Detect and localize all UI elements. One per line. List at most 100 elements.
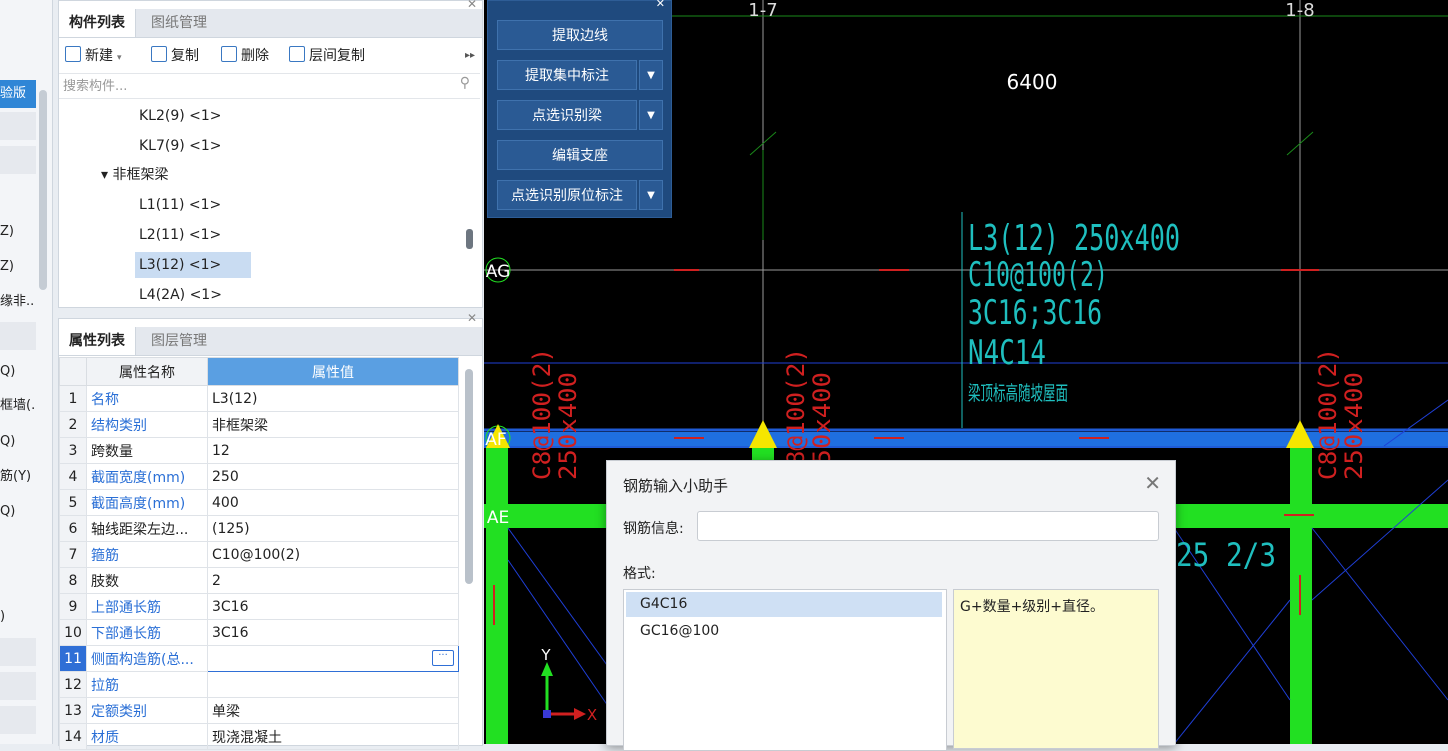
component-tree-item[interactable]: L2(11) <1> [139, 222, 221, 248]
attribute-value[interactable]: 现浇混凝土 [207, 723, 459, 750]
component-tree-item[interactable]: L4(2A) <1> [139, 282, 222, 308]
attribute-value[interactable] [207, 671, 459, 698]
tab-layer-management[interactable]: 图层管理 [141, 327, 217, 355]
attribute-value-text: 3C16 [212, 624, 249, 641]
diag-line [1311, 527, 1448, 701]
floor-copy-button[interactable]: 层间复制 [289, 43, 365, 69]
green-beam-col-left[interactable] [486, 446, 508, 744]
component-list-panel: ✕ 构件列表 图纸管理 新建▾ 复制 删除 层间复制 ▸▸ ⚲ KL2(9) <… [58, 0, 483, 308]
attribute-value[interactable]: 3C16 [207, 593, 459, 620]
attribute-row[interactable]: 4 截面宽度(mm) 250 [59, 463, 459, 490]
attribute-name: 定额类别 [86, 697, 208, 724]
attribute-value[interactable]: L3(12) [207, 385, 459, 412]
attribute-value[interactable]: 非框架梁 [207, 411, 459, 438]
copy-button[interactable]: 复制 [151, 43, 199, 69]
left-strip-item[interactable] [0, 706, 36, 734]
attribute-value-text: 3C16 [212, 598, 249, 615]
attribute-value[interactable]: 单梁 [207, 697, 459, 724]
left-strip-item[interactable]: Z) [0, 253, 36, 281]
attribute-name: 跨数量 [86, 437, 208, 464]
attribute-scrollbar[interactable] [465, 369, 473, 584]
component-tree-item[interactable]: L3(12) <1> [135, 252, 251, 278]
command-button[interactable]: 编辑支座 [497, 140, 663, 170]
attribute-value-text: 2 [212, 572, 221, 589]
tab-attribute-list[interactable]: 属性列表 [59, 327, 136, 355]
command-button[interactable]: 点选识别原位标注 [497, 180, 637, 210]
left-strip-item[interactable]: Q) [0, 498, 36, 526]
chevron-down-icon[interactable]: ▼ [639, 180, 663, 210]
chevron-down-icon[interactable]: ▾ [117, 53, 122, 63]
component-tree-item[interactable]: KL7(9) <1> [139, 133, 222, 159]
left-strip-item[interactable]: 框墙(. [0, 392, 36, 420]
attribute-row[interactable]: 1 名称 L3(12) [59, 385, 459, 412]
attribute-value[interactable]: 2 [207, 567, 459, 594]
command-button[interactable]: 点选识别梁 [497, 100, 637, 130]
diag-line [1311, 479, 1448, 601]
chevron-down-icon[interactable]: ▼ [639, 100, 663, 130]
attribute-row-number: 13 [59, 697, 87, 724]
close-icon[interactable]: ✕ [467, 311, 477, 325]
attribute-value[interactable]: 12 [207, 437, 459, 464]
left-strip-item[interactable]: 筋(Y) [0, 463, 36, 491]
rebar-info-input[interactable] [697, 511, 1159, 541]
attribute-row[interactable]: 8 肢数 2 [59, 567, 459, 594]
close-icon[interactable]: ✕ [1144, 471, 1161, 495]
attribute-value[interactable]: ··· [207, 645, 459, 672]
attribute-row[interactable]: 12 拉筋 [59, 671, 459, 698]
command-button[interactable]: 提取边线 [497, 20, 663, 50]
attribute-value[interactable]: 250 [207, 463, 459, 490]
left-strip-item[interactable] [0, 146, 36, 174]
attribute-row[interactable]: 11 侧面构造筋(总... ··· [59, 645, 459, 672]
axis-label-af: AF [485, 430, 506, 450]
left-strip-item[interactable]: 缘非.. [0, 288, 36, 316]
ellipsis-button[interactable]: ··· [432, 650, 454, 666]
left-strip-item[interactable]: ) [0, 603, 36, 631]
component-search-input[interactable] [59, 74, 445, 98]
attribute-value[interactable]: C10@100(2) [207, 541, 459, 568]
attribute-value[interactable]: 3C16 [207, 619, 459, 646]
component-tree-item[interactable]: KL2(9) <1> [139, 103, 222, 129]
component-panel-tabs: 构件列表 图纸管理 [59, 9, 482, 38]
search-icon[interactable]: ⚲ [460, 75, 470, 91]
attribute-row[interactable]: 3 跨数量 12 [59, 437, 459, 464]
format-item[interactable]: GC16@100 [626, 619, 942, 644]
attribute-row[interactable]: 13 定额类别 单梁 [59, 697, 459, 724]
tab-drawing-management[interactable]: 图纸管理 [141, 9, 217, 37]
left-strip-item[interactable] [0, 672, 36, 700]
format-item[interactable]: G4C16 [626, 592, 942, 617]
attribute-row-number: 7 [59, 541, 87, 568]
left-strip-scrollbar[interactable] [39, 90, 47, 290]
attribute-row[interactable]: 7 箍筋 C10@100(2) [59, 541, 459, 568]
delete-button[interactable]: 删除 [221, 43, 269, 69]
attribute-row[interactable]: 10 下部通长筋 3C16 [59, 619, 459, 646]
left-strip-item[interactable] [0, 638, 36, 666]
format-description: G+数量+级别+直径。 [953, 589, 1159, 749]
left-strip-item[interactable] [0, 112, 36, 140]
attr-col-name: 属性名称 [86, 357, 208, 386]
left-strip-item[interactable]: Q) [0, 358, 36, 386]
attribute-row[interactable]: 9 上部通长筋 3C16 [59, 593, 459, 620]
component-tree-item[interactable]: ▾ 非框架梁 [101, 162, 168, 188]
attribute-name: 名称 [86, 385, 208, 412]
left-strip-item[interactable]: Z) [0, 218, 36, 246]
attribute-value-text: (125) [212, 520, 250, 537]
chevron-down-icon[interactable]: ▼ [639, 60, 663, 90]
attribute-value-text: 400 [212, 494, 239, 511]
close-icon[interactable]: ✕ [656, 0, 665, 10]
tree-scrollbar[interactable] [466, 229, 473, 249]
left-strip-item[interactable] [0, 322, 36, 350]
left-strip-item[interactable]: Q) [0, 428, 36, 456]
left-strip-item[interactable]: 验版 [0, 80, 36, 108]
command-button[interactable]: 提取集中标注 [497, 60, 637, 90]
attribute-value[interactable]: 400 [207, 489, 459, 516]
component-tree-item[interactable]: L1(11) <1> [139, 192, 221, 218]
attribute-name: 下部通长筋 [86, 619, 208, 646]
attribute-row[interactable]: 5 截面高度(mm) 400 [59, 489, 459, 516]
tab-component-list[interactable]: 构件列表 [59, 9, 136, 37]
attribute-row[interactable]: 6 轴线距梁左边... (125) [59, 515, 459, 542]
attribute-row[interactable]: 2 结构类别 非框架梁 [59, 411, 459, 438]
more-icon[interactable]: ▸▸ [465, 43, 475, 69]
new-button[interactable]: 新建 ▾ [65, 43, 122, 69]
attribute-row[interactable]: 14 材质 现浇混凝土 [59, 723, 459, 750]
attribute-value[interactable]: (125) [207, 515, 459, 542]
